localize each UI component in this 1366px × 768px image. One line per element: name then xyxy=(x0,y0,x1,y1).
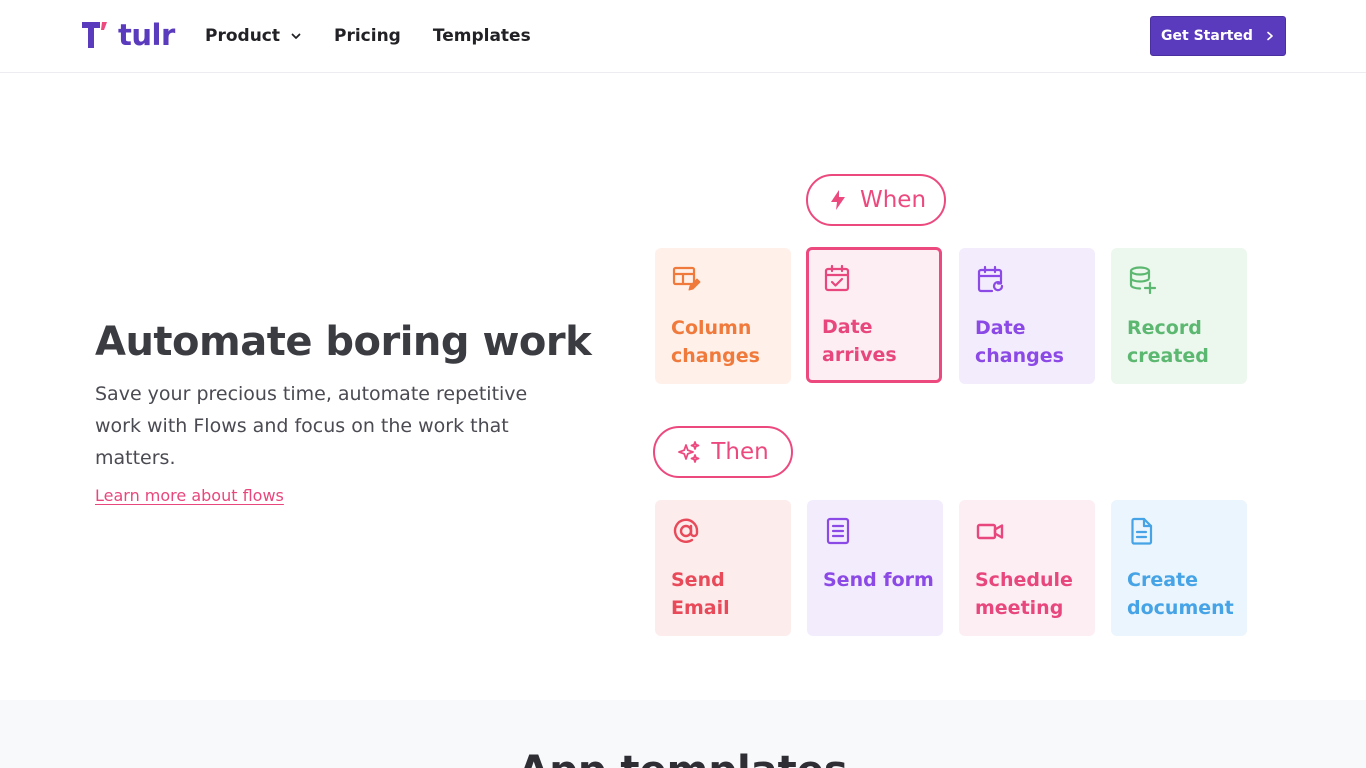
nav-templates[interactable]: Templates xyxy=(433,24,531,48)
trigger-label: Date changes xyxy=(975,317,1064,367)
then-label: Then xyxy=(711,439,769,465)
get-started-button[interactable]: Get Started xyxy=(1150,16,1286,56)
form-icon xyxy=(826,517,850,545)
action-card-send-form[interactable]: Send form xyxy=(807,500,943,636)
lightning-icon xyxy=(830,190,845,210)
logo[interactable]: tulr xyxy=(80,20,175,50)
learn-more-link[interactable]: Learn more about flows xyxy=(95,486,284,505)
logo-text: tulr xyxy=(118,18,175,52)
action-label: Schedule meeting xyxy=(975,569,1073,619)
when-label: When xyxy=(859,187,927,213)
chevron-down-icon xyxy=(291,33,301,39)
at-sign-icon xyxy=(673,518,699,543)
get-started-label: Get Started xyxy=(1161,28,1253,44)
database-plus-icon xyxy=(1129,266,1157,294)
video-camera-icon xyxy=(976,523,1004,540)
nav-product[interactable]: Product xyxy=(205,24,302,48)
main-nav: Product Pricing Templates xyxy=(205,24,531,48)
trigger-label: Date arrives xyxy=(822,316,897,366)
templates-heading: App templates xyxy=(0,748,1366,768)
action-card-schedule-meeting[interactable]: Schedule meeting xyxy=(959,500,1095,636)
trigger-card-date-changes[interactable]: Date changes xyxy=(959,248,1095,384)
when-pill[interactable]: When xyxy=(806,174,946,226)
trigger-label: Column changes xyxy=(671,317,760,367)
chevron-right-icon xyxy=(1267,31,1273,41)
action-card-create-document[interactable]: Create document xyxy=(1111,500,1247,636)
then-pill[interactable]: Then xyxy=(653,426,793,478)
nav-product-label: Product xyxy=(205,26,280,46)
calendar-refresh-icon xyxy=(977,265,1004,293)
templates-section: App templates xyxy=(0,700,1366,768)
action-label: Send Email xyxy=(671,569,730,619)
trigger-card-record-created[interactable]: Record created xyxy=(1111,248,1247,384)
action-card-send-email[interactable]: Send Email xyxy=(655,500,791,636)
action-label: Send form xyxy=(823,569,934,591)
hero-title: Automate boring work xyxy=(95,319,592,365)
document-icon xyxy=(1131,517,1153,545)
sparkles-icon xyxy=(678,441,700,463)
nav-pricing[interactable]: Pricing xyxy=(334,24,401,48)
calendar-check-icon xyxy=(824,264,850,292)
action-label: Create document xyxy=(1127,569,1234,619)
trigger-card-column-changes[interactable]: Column changes xyxy=(655,248,791,384)
trigger-card-date-arrives[interactable]: Date arrives xyxy=(806,247,942,383)
hero-subtitle: Save your precious time, automate repeti… xyxy=(95,383,528,469)
logo-mark-icon xyxy=(82,22,107,48)
site-header: tulr Product Pricing Templates Get Start… xyxy=(0,0,1366,73)
trigger-label: Record created xyxy=(1127,317,1209,367)
table-edit-icon xyxy=(672,266,701,291)
